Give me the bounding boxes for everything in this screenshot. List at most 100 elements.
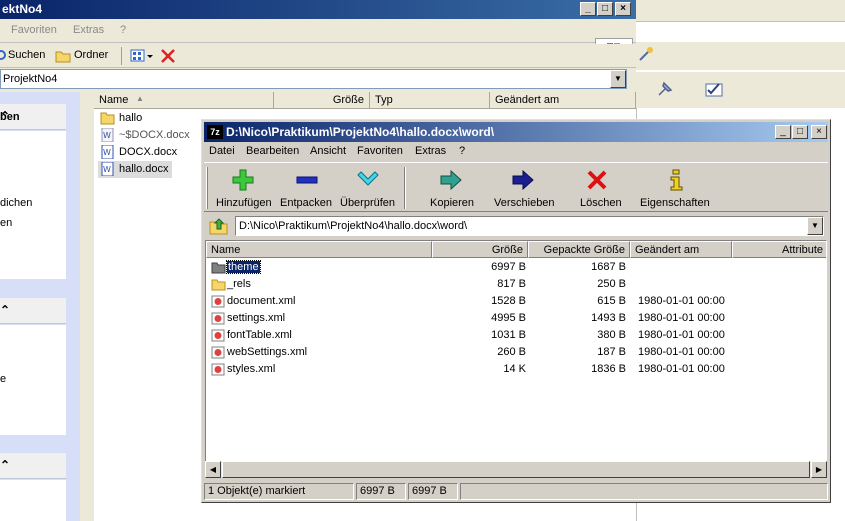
table-row[interactable]: styles.xml 14 K 1836 B 1980-01-01 00:00 <box>206 361 826 378</box>
task-section-header-2[interactable]: ⌃ <box>0 298 66 324</box>
scroll-left-button[interactable]: ◀ <box>205 461 221 478</box>
file-size: 817 B <box>497 278 526 290</box>
file-name: fontTable.xml <box>227 329 292 341</box>
column-attributes[interactable]: Attribute <box>732 241 826 258</box>
copy-label: Kopieren <box>430 197 475 209</box>
task-link[interactable]: en <box>0 217 12 229</box>
file-modified: 1980-01-01 00:00 <box>638 363 725 375</box>
menu-favoriten[interactable]: Favoriten <box>11 24 57 36</box>
menu-datei[interactable]: Datei <box>209 145 235 157</box>
minus-icon <box>296 176 318 184</box>
add-button[interactable]: Hinzufügen <box>212 167 274 211</box>
xml-file-icon <box>211 346 225 359</box>
list-item-selected[interactable]: W hallo.docx <box>98 161 172 178</box>
task-section-header[interactable]: ben ⌃ <box>0 104 66 130</box>
delete-x-icon <box>587 170 607 190</box>
explorer-address-text: ProjektNo4 <box>3 73 58 85</box>
explorer-title-bar: ektNo4 _ □ × <box>0 0 636 19</box>
column-modified[interactable]: Geändert am <box>630 241 732 258</box>
properties-button[interactable]: Eigenschaften <box>638 167 714 211</box>
file-name: DOCX.docx <box>119 146 178 158</box>
7zip-window: 7z D:\Nico\Praktikum\ProjektNo4\hallo.do… <box>201 119 831 503</box>
column-packed-size[interactable]: Gepackte Größe <box>528 241 630 258</box>
list-item[interactable]: W DOCX.docx <box>98 144 188 161</box>
search-button[interactable]: Suchen <box>8 49 45 61</box>
menu-help[interactable]: ? <box>120 24 126 36</box>
folder-up-icon[interactable] <box>208 216 230 236</box>
menu-ansicht[interactable]: Ansicht <box>310 145 346 157</box>
explorer-address-bar[interactable]: ProjektNo4 ▼ <box>0 69 627 89</box>
minimize-button[interactable]: _ <box>580 2 596 16</box>
menu-favoriten[interactable]: Favoriten <box>357 145 403 157</box>
column-size[interactable]: Größe <box>432 241 528 258</box>
menu-extras[interactable]: Extras <box>415 145 446 157</box>
move-arrow-icon <box>512 169 534 191</box>
test-button[interactable]: Überprüfen <box>338 167 398 211</box>
file-name: ~$DOCX.docx <box>119 129 190 141</box>
menu-bearbeiten[interactable]: Bearbeiten <box>246 145 299 157</box>
task-section-body-3 <box>0 480 66 521</box>
maximize-button[interactable]: □ <box>792 125 808 139</box>
task-section-header-3[interactable]: ⌃ <box>0 453 66 479</box>
views-icon[interactable] <box>130 49 154 63</box>
file-name: hallo.docx <box>119 163 169 175</box>
move-button[interactable]: Verschieben <box>488 167 558 211</box>
task-link[interactable]: dichen <box>0 197 32 209</box>
collapse-chevron-icon[interactable]: ⌃ <box>0 303 58 317</box>
7zip-address-row: D:\Nico\Praktikum\ProjektNo4\hallo.docx\… <box>204 214 828 238</box>
menu-extras[interactable]: Extras <box>73 24 104 36</box>
xml-file-icon <box>211 312 225 325</box>
column-size[interactable]: Größe <box>274 92 370 109</box>
column-type[interactable]: Typ <box>370 92 490 109</box>
file-size: 4995 B <box>491 312 526 324</box>
file-name: styles.xml <box>227 363 276 375</box>
properties-label: Eigenschaften <box>640 197 710 209</box>
file-modified: 1980-01-01 00:00 <box>638 346 725 358</box>
copy-button[interactable]: Kopieren <box>422 167 480 211</box>
collapse-chevron-icon[interactable]: ⌃ <box>0 109 58 123</box>
address-dropdown-button[interactable]: ▼ <box>807 217 823 235</box>
list-header: Name Größe Gepackte Größe Geändert am At… <box>206 241 826 258</box>
horizontal-scrollbar[interactable]: ◀ ▶ <box>205 461 827 478</box>
task-link[interactable]: e <box>0 373 6 385</box>
collapse-chevron-icon[interactable]: ⌃ <box>0 458 58 472</box>
table-row[interactable]: settings.xml 4995 B 1493 B 1980-01-01 00… <box>206 310 826 327</box>
copy-arrow-icon <box>440 169 462 191</box>
window-title: D:\Nico\Praktikum\ProjektNo4\hallo.docx\… <box>226 125 495 139</box>
address-dropdown-button[interactable]: ▼ <box>610 70 626 88</box>
wand-icon[interactable] <box>638 46 654 62</box>
table-row[interactable]: webSettings.xml 260 B 187 B 1980-01-01 0… <box>206 344 826 361</box>
explorer-title: ektNo4 <box>2 2 43 16</box>
scrollbar-thumb[interactable] <box>222 461 810 478</box>
minimize-button[interactable]: _ <box>775 125 791 139</box>
file-size: 260 B <box>497 346 526 358</box>
table-row-selected[interactable]: theme 6997 B 1687 B <box>206 259 826 276</box>
table-row[interactable]: _rels 817 B 250 B <box>206 276 826 293</box>
list-item[interactable]: hallo <box>98 110 168 127</box>
maximize-button[interactable]: □ <box>597 2 613 16</box>
list-item[interactable]: W ~$DOCX.docx <box>98 127 198 144</box>
column-name[interactable]: Name <box>94 92 274 109</box>
menu-help[interactable]: ? <box>459 145 465 157</box>
file-modified: 1980-01-01 00:00 <box>638 295 725 307</box>
scroll-right-button[interactable]: ▶ <box>811 461 827 478</box>
toolbar-separator <box>121 47 122 65</box>
table-row[interactable]: fontTable.xml 1031 B 380 B 1980-01-01 00… <box>206 327 826 344</box>
column-modified[interactable]: Geändert am <box>490 92 636 109</box>
delete-button[interactable]: Löschen <box>572 167 622 211</box>
pin-icon[interactable] <box>656 80 674 98</box>
folders-button[interactable]: Ordner <box>74 49 108 61</box>
delete-x-icon[interactable] <box>160 48 176 64</box>
task-pane: ben ⌃ dichen en ⌃ e ⌃ <box>0 92 80 521</box>
add-label: Hinzufügen <box>216 197 272 209</box>
extract-button[interactable]: Entpacken <box>278 167 334 211</box>
info-icon <box>670 169 683 191</box>
file-modified: 1980-01-01 00:00 <box>638 329 725 341</box>
table-row[interactable]: document.xml 1528 B 615 B 1980-01-01 00:… <box>206 293 826 310</box>
close-button[interactable]: × <box>811 125 827 139</box>
checklist-icon[interactable] <box>702 80 724 98</box>
close-button[interactable]: × <box>615 2 631 16</box>
7zip-address-bar[interactable]: D:\Nico\Praktikum\ProjektNo4\hallo.docx\… <box>235 216 824 236</box>
svg-text:W: W <box>103 131 111 140</box>
column-name[interactable]: Name <box>206 241 432 258</box>
